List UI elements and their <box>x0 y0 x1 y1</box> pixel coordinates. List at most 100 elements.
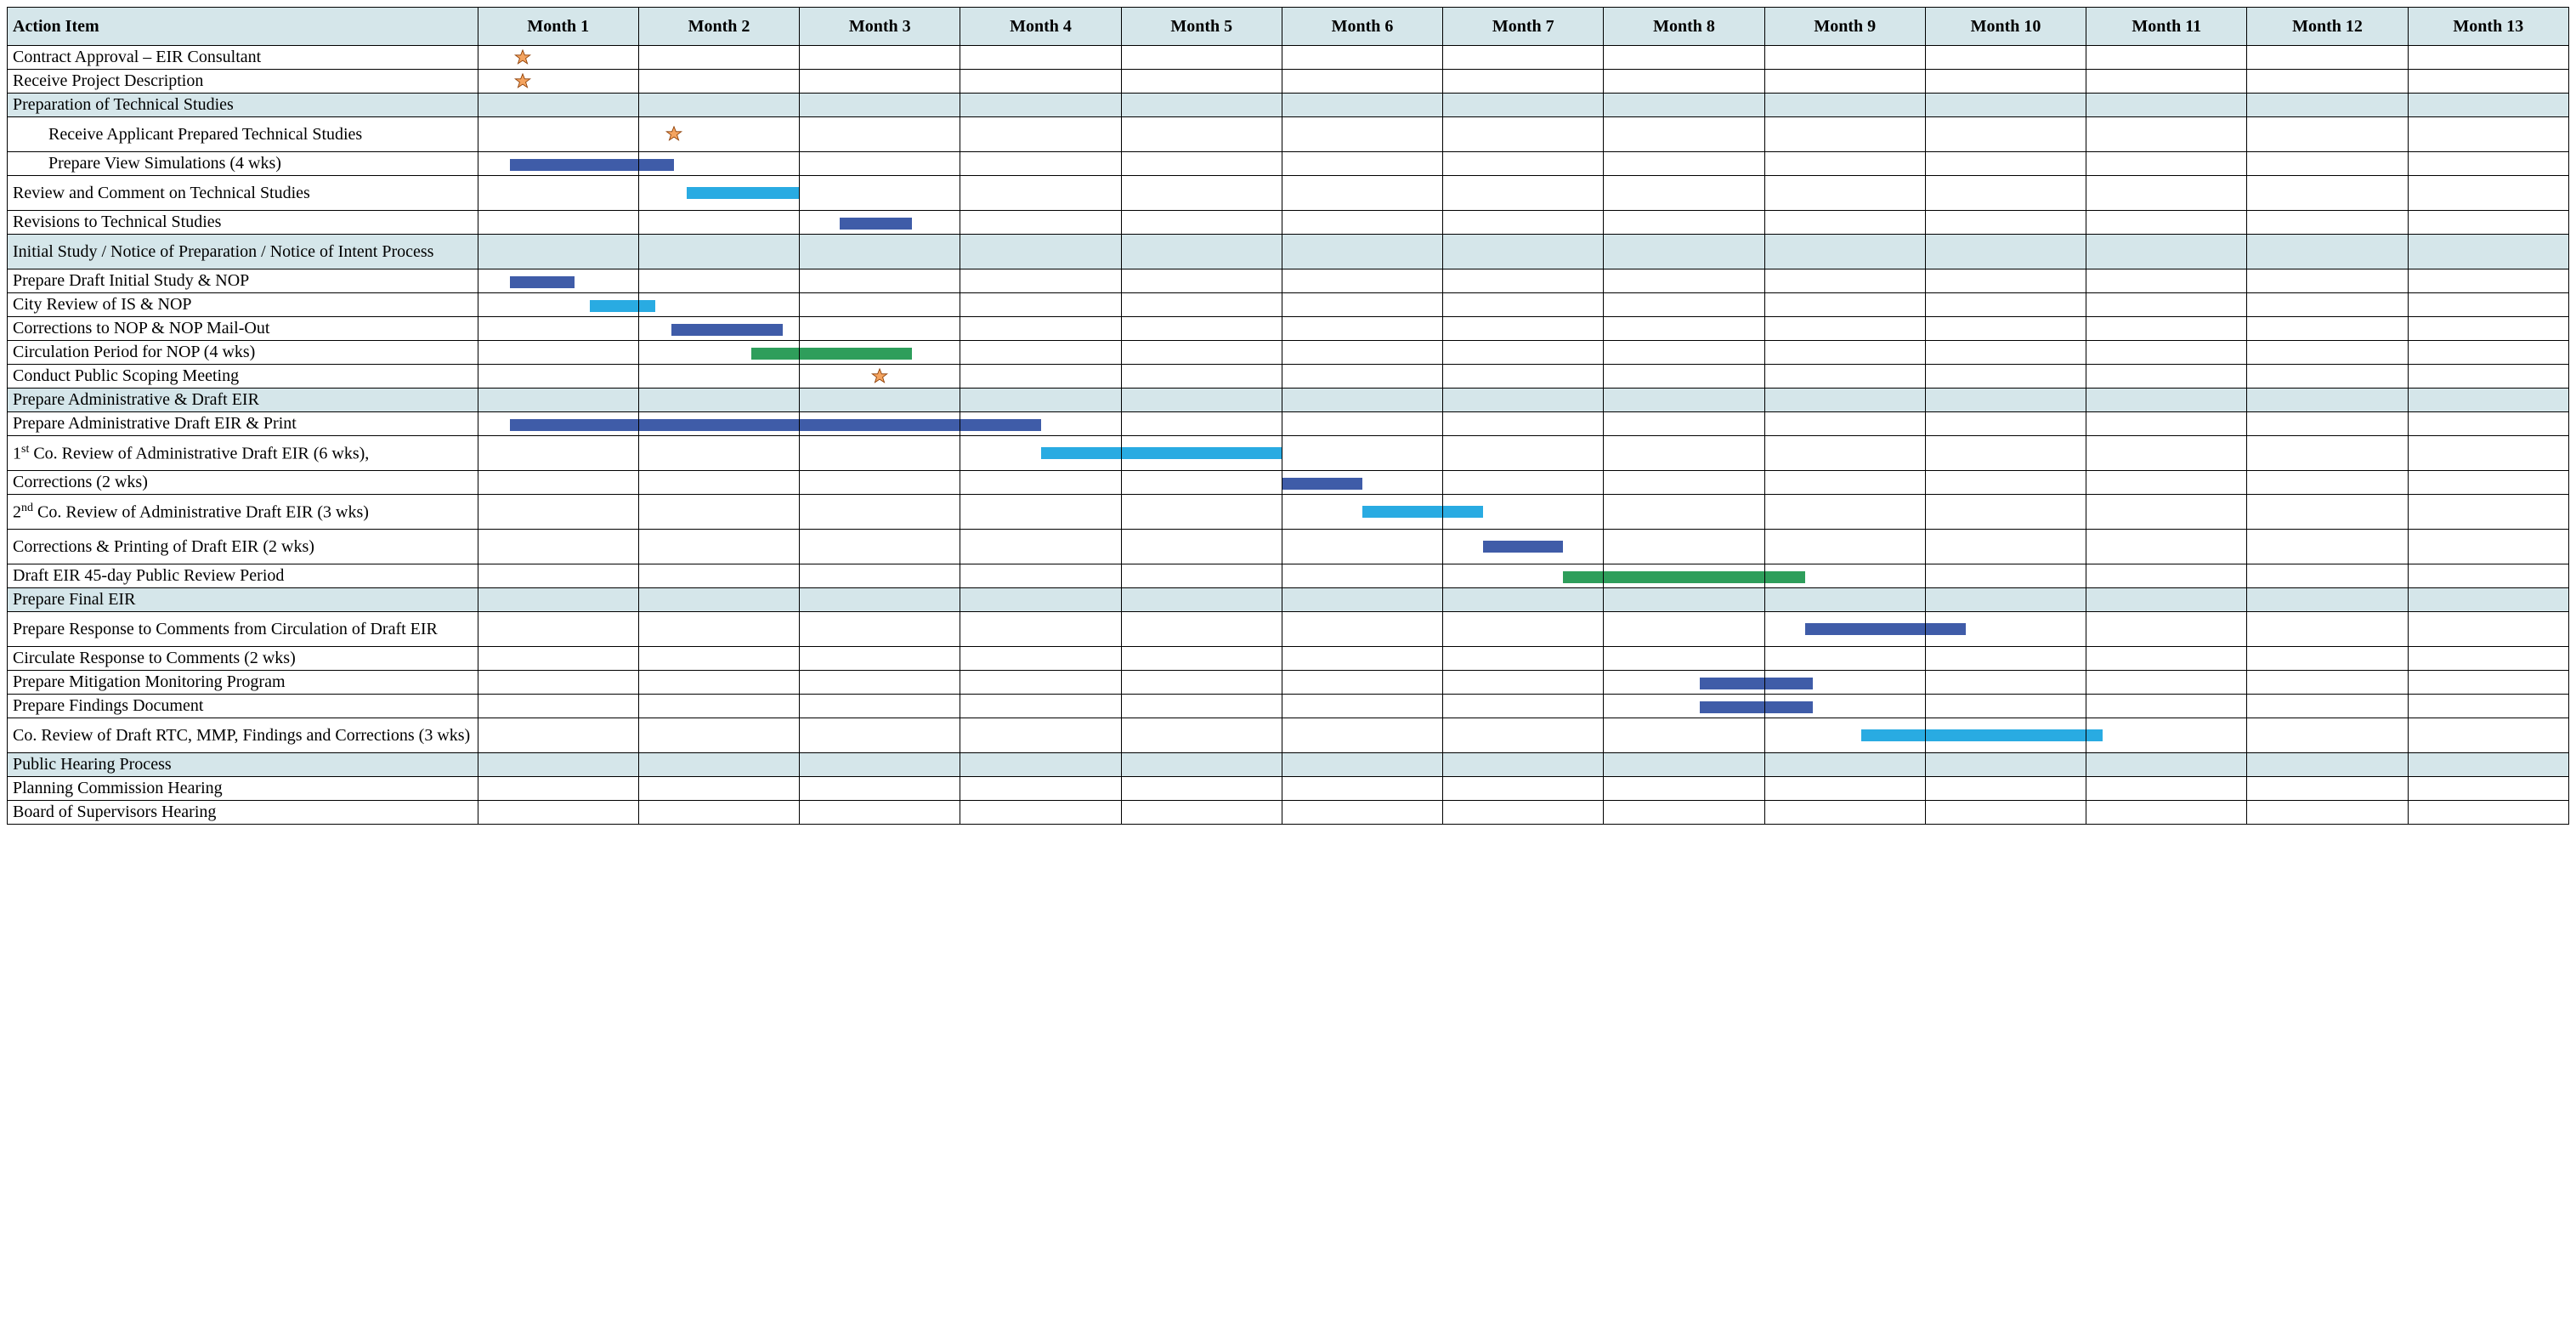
row-label: Board of Supervisors Hearing <box>8 801 478 825</box>
cell-m2 <box>638 564 799 588</box>
cell-m2 <box>638 365 799 389</box>
cell-m1 <box>478 695 638 718</box>
cell-m2 <box>638 94 799 117</box>
cell-m13 <box>2408 612 2568 647</box>
cell-m6 <box>1282 647 1442 671</box>
cell-m2 <box>638 176 799 211</box>
cell-m1 <box>478 412 638 436</box>
cell-m7 <box>1443 495 1604 530</box>
cell-m5 <box>1121 530 1282 564</box>
cell-m12 <box>2247 293 2408 317</box>
cell-m8 <box>1604 647 1764 671</box>
section-row: Public Hearing Process <box>8 753 2569 777</box>
task-row: City Review of IS & NOP <box>8 293 2569 317</box>
cell-m3 <box>800 695 960 718</box>
header-month-4: Month 4 <box>960 8 1121 46</box>
cell-m8 <box>1604 530 1764 564</box>
row-label: Prepare Response to Comments from Circul… <box>8 612 478 647</box>
cell-m3 <box>800 152 960 176</box>
cell-m3 <box>800 777 960 801</box>
cell-m8 <box>1604 412 1764 436</box>
cell-m11 <box>2086 70 2247 94</box>
section-row: Preparation of Technical Studies <box>8 94 2569 117</box>
cell-m6 <box>1282 293 1442 317</box>
cell-m6 <box>1282 412 1442 436</box>
task-row: Receive Project Description <box>8 70 2569 94</box>
cell-m13 <box>2408 152 2568 176</box>
cell-m3 <box>800 753 960 777</box>
cell-m12 <box>2247 695 2408 718</box>
cell-m7 <box>1443 317 1604 341</box>
cell-m12 <box>2247 412 2408 436</box>
milestone-star-icon <box>871 368 888 385</box>
cell-m4 <box>960 235 1121 269</box>
task-row: Corrections (2 wks) <box>8 471 2569 495</box>
cell-m4 <box>960 211 1121 235</box>
cell-m5 <box>1121 695 1282 718</box>
gantt-bar <box>751 348 799 360</box>
cell-m8 <box>1604 495 1764 530</box>
gantt-bar <box>1282 478 1362 490</box>
cell-m11 <box>2086 588 2247 612</box>
row-label: Corrections to NOP & NOP Mail-Out <box>8 317 478 341</box>
cell-m12 <box>2247 753 2408 777</box>
cell-m4 <box>960 753 1121 777</box>
cell-m11 <box>2086 530 2247 564</box>
cell-m13 <box>2408 176 2568 211</box>
cell-m2 <box>638 801 799 825</box>
cell-m11 <box>2086 777 2247 801</box>
cell-m1 <box>478 235 638 269</box>
row-label: Corrections & Printing of Draft EIR (2 w… <box>8 530 478 564</box>
cell-m11 <box>2086 317 2247 341</box>
cell-m13 <box>2408 753 2568 777</box>
cell-m9 <box>1764 70 1925 94</box>
task-row: Prepare View Simulations (4 wks) <box>8 152 2569 176</box>
cell-m7 <box>1443 753 1604 777</box>
row-label: Draft EIR 45-day Public Review Period <box>8 564 478 588</box>
cell-m10 <box>1925 671 2086 695</box>
cell-m10 <box>1925 412 2086 436</box>
gantt-bar <box>1563 571 1603 583</box>
cell-m5 <box>1121 588 1282 612</box>
cell-m1 <box>478 176 638 211</box>
cell-m6 <box>1282 495 1442 530</box>
cell-m1 <box>478 365 638 389</box>
cell-m11 <box>2086 695 2247 718</box>
cell-m8 <box>1604 94 1764 117</box>
cell-m11 <box>2086 718 2247 753</box>
cell-m9 <box>1764 801 1925 825</box>
cell-m12 <box>2247 152 2408 176</box>
row-label: Circulation Period for NOP (4 wks) <box>8 341 478 365</box>
cell-m7 <box>1443 365 1604 389</box>
cell-m7 <box>1443 152 1604 176</box>
cell-m5 <box>1121 341 1282 365</box>
cell-m2 <box>638 718 799 753</box>
cell-m1 <box>478 293 638 317</box>
cell-m7 <box>1443 176 1604 211</box>
cell-m2 <box>638 588 799 612</box>
cell-m3 <box>800 317 960 341</box>
cell-m11 <box>2086 365 2247 389</box>
cell-m7 <box>1443 671 1604 695</box>
cell-m13 <box>2408 564 2568 588</box>
cell-m2 <box>638 436 799 471</box>
cell-m4 <box>960 588 1121 612</box>
header-month-5: Month 5 <box>1121 8 1282 46</box>
gantt-bar <box>800 419 960 431</box>
cell-m4 <box>960 365 1121 389</box>
gantt-bar <box>590 300 637 312</box>
row-label: Public Hearing Process <box>8 753 478 777</box>
cell-m2 <box>638 152 799 176</box>
cell-m11 <box>2086 412 2247 436</box>
cell-m8 <box>1604 317 1764 341</box>
cell-m1 <box>478 612 638 647</box>
cell-m9 <box>1764 588 1925 612</box>
cell-m5 <box>1121 564 1282 588</box>
cell-m2 <box>638 70 799 94</box>
row-label: Prepare Mitigation Monitoring Program <box>8 671 478 695</box>
cell-m4 <box>960 718 1121 753</box>
cell-m2 <box>638 389 799 412</box>
cell-m1 <box>478 46 638 70</box>
cell-m10 <box>1925 647 2086 671</box>
cell-m5 <box>1121 152 1282 176</box>
